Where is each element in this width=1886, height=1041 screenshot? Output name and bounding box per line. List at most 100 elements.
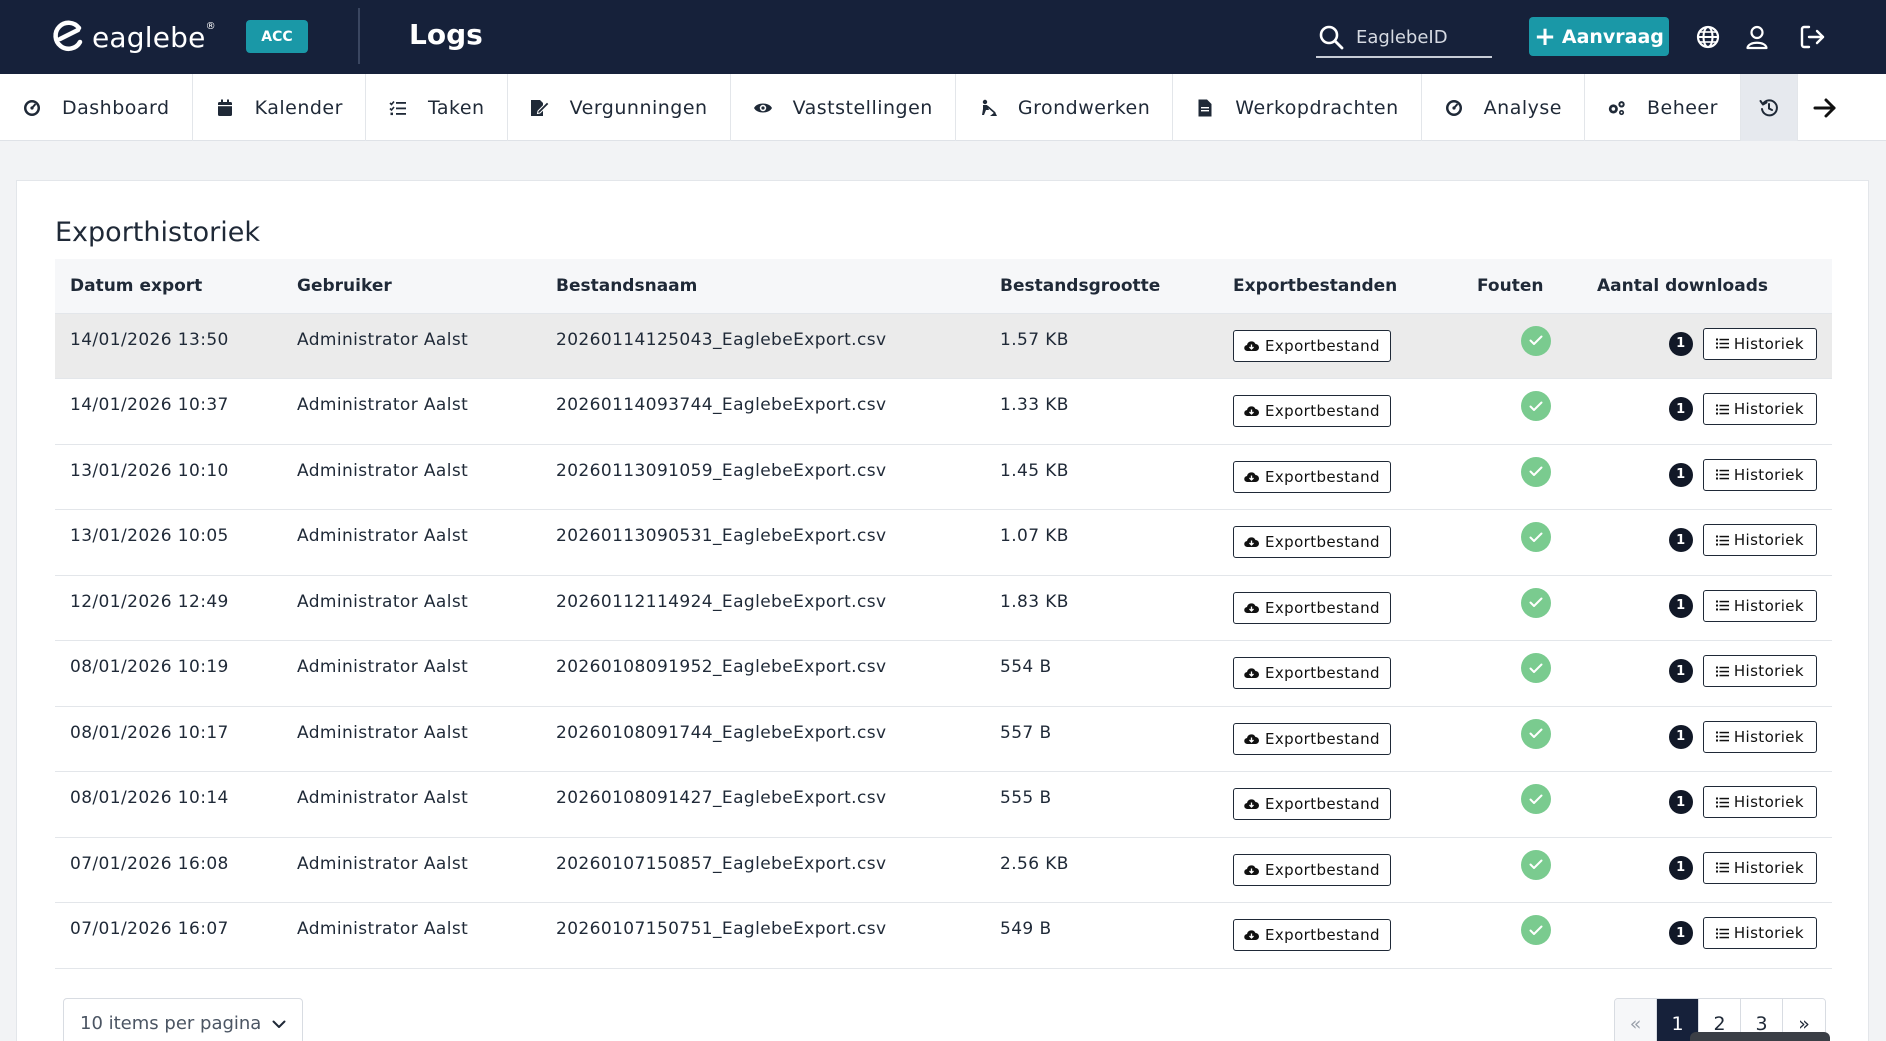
historiek-label: Historiek (1733, 531, 1804, 549)
nav-label: Werkopdrachten (1235, 96, 1399, 119)
column-header-bestandsnaam[interactable]: Bestandsnaam (541, 259, 985, 313)
historiek-label: Historiek (1733, 662, 1804, 680)
download-count-badge: 1 (1668, 331, 1693, 356)
cloud-download-icon (1244, 733, 1259, 744)
cell-bestandsgrootte: 1.33 KB (1000, 395, 1069, 415)
cell-bestandsgrootte: 557 B (1000, 722, 1052, 743)
search-input[interactable] (1356, 26, 1486, 48)
exportbestand-button[interactable]: Exportbestand (1233, 788, 1391, 820)
logout-icon[interactable] (1798, 22, 1828, 52)
historiek-button[interactable]: Historiek (1702, 851, 1817, 884)
column-header-datum[interactable]: Datum export (55, 259, 282, 313)
cell-exportbestanden: Exportbestand (1218, 510, 1462, 576)
nav-item-grondwerken[interactable]: Grondwerken (956, 74, 1174, 141)
nav-item-vergunningen[interactable]: Vergunningen (508, 74, 731, 141)
nav-item-vaststellingen[interactable]: Vaststellingen (731, 74, 956, 141)
historiek-button[interactable]: Historiek (1702, 589, 1817, 622)
cell-datum: 07/01/2026 16:08 (70, 853, 229, 874)
download-count-badge: 1 (1668, 855, 1693, 880)
historiek-label: Historiek (1733, 465, 1804, 484)
nav-label: Analyse (1483, 96, 1562, 119)
exportbestand-button[interactable]: Exportbestand (1233, 395, 1391, 427)
download-count-badge: 1 (1668, 462, 1693, 487)
cell-bestandsnaam: 20260113090531_EaglebeExport.csv (556, 526, 887, 546)
nav-item-history[interactable] (1740, 74, 1798, 141)
historiek-button[interactable]: Historiek (1702, 524, 1817, 556)
eaglebe-logo-icon (48, 18, 86, 56)
analysis-icon (1444, 98, 1464, 118)
nav-item-analyse[interactable]: Analyse (1422, 74, 1585, 141)
cell-exportbestanden: Exportbestand (1218, 772, 1462, 838)
cell-bestandsgrootte: 1.83 KB (1000, 591, 1069, 612)
nav-item-kalender[interactable]: Kalender (193, 74, 366, 141)
historiek-button[interactable]: Historiek (1702, 393, 1817, 425)
aanvraag-button[interactable]: + Aanvraag (1529, 17, 1669, 56)
success-check-icon (1521, 325, 1551, 356)
historiek-button[interactable]: Historiek (1702, 327, 1817, 360)
environment-badge: ACC (246, 20, 308, 53)
cell-aantal-downloads: 1 Historiek (1582, 772, 1832, 838)
pagination-first[interactable]: « (1615, 999, 1657, 1041)
exportbestand-button[interactable]: Exportbestand (1233, 722, 1391, 755)
cell-fouten (1462, 313, 1582, 379)
export-history-table: Datum export Gebruiker Bestandsnaam Best… (55, 259, 1832, 969)
column-header-bestandsgrootte[interactable]: Bestandsgrootte (985, 259, 1218, 313)
nav-item-taken[interactable]: Taken (366, 74, 508, 141)
cell-gebruiker: Administrator Aalst (297, 591, 469, 612)
historiek-button[interactable]: Historiek (1702, 720, 1817, 753)
cloud-download-icon (1244, 668, 1259, 679)
aanvraag-label: Aanvraag (1561, 25, 1664, 48)
nav-item-dashboard[interactable]: Dashboard (0, 74, 193, 141)
search-icon[interactable] (1316, 22, 1346, 52)
exportbestand-button[interactable]: Exportbestand (1233, 591, 1391, 624)
historiek-button[interactable]: Historiek (1702, 917, 1817, 949)
historiek-button[interactable]: Historiek (1702, 458, 1817, 491)
exportbestand-button[interactable]: Exportbestand (1233, 460, 1391, 493)
cell-fouten (1462, 837, 1582, 903)
cell-fouten (1462, 706, 1582, 772)
exportbestand-button[interactable]: Exportbestand (1233, 329, 1391, 362)
exportbestand-button[interactable]: Exportbestand (1233, 657, 1391, 689)
user-icon[interactable] (1742, 22, 1772, 52)
historiek-button[interactable]: Historiek (1702, 786, 1817, 818)
cell-datum: 08/01/2026 10:14 (70, 788, 229, 808)
list-icon (1715, 666, 1729, 676)
success-check-icon (1521, 522, 1551, 552)
scroll-indicator[interactable] (1690, 1032, 1830, 1041)
globe-icon[interactable] (1693, 22, 1723, 52)
cell-aantal-downloads: 1 Historiek (1582, 837, 1832, 903)
cell-fouten (1462, 903, 1582, 969)
logo-text: eaglebe® (92, 20, 216, 54)
column-header-gebruiker[interactable]: Gebruiker (282, 259, 541, 313)
exportbestand-label: Exportbestand (1265, 664, 1380, 682)
historiek-button[interactable]: Historiek (1702, 655, 1817, 687)
chevron-down-icon (272, 1013, 286, 1034)
cell-bestandsnaam: 20260107150857_EaglebeExport.csv (556, 853, 887, 874)
nav-item-werkopdrachten[interactable]: Werkopdrachten (1173, 74, 1422, 141)
nav-label: Vaststellingen (792, 96, 933, 119)
cogs-icon (1607, 98, 1627, 118)
cell-datum: 12/01/2026 12:49 (70, 591, 229, 612)
historiek-label: Historiek (1733, 334, 1804, 353)
table-row: 07/01/2026 16:08 Administrator Aalst 202… (55, 837, 1832, 903)
exportbestand-button[interactable]: Exportbestand (1233, 919, 1391, 951)
download-count-badge: 1 (1668, 528, 1693, 552)
eaglebe-logo[interactable]: eaglebe® (48, 18, 216, 56)
list-icon (1715, 535, 1729, 545)
nav-item-beheer[interactable]: Beheer (1585, 74, 1741, 141)
success-check-icon (1521, 391, 1551, 421)
nav-label: Kalender (254, 96, 343, 119)
exportbestand-button[interactable]: Exportbestand (1233, 526, 1391, 558)
nav-scroll-right-arrow-icon[interactable] (1798, 74, 1852, 141)
cell-fouten (1462, 510, 1582, 576)
cell-exportbestanden: Exportbestand (1218, 837, 1462, 903)
exportbestand-button[interactable]: Exportbestand (1233, 853, 1391, 886)
nav-label: Taken (427, 96, 485, 119)
cell-bestandsnaam: 20260108091427_EaglebeExport.csv (556, 788, 887, 808)
cell-bestandsnaam: 20260108091744_EaglebeExport.csv (556, 722, 887, 743)
items-per-page-select[interactable]: 10 items per pagina (63, 998, 303, 1041)
cell-aantal-downloads: 1 Historiek (1582, 641, 1832, 707)
exportbestand-label: Exportbestand (1265, 336, 1380, 355)
download-count-badge: 1 (1668, 790, 1693, 814)
exportbestand-label: Exportbestand (1265, 598, 1380, 617)
